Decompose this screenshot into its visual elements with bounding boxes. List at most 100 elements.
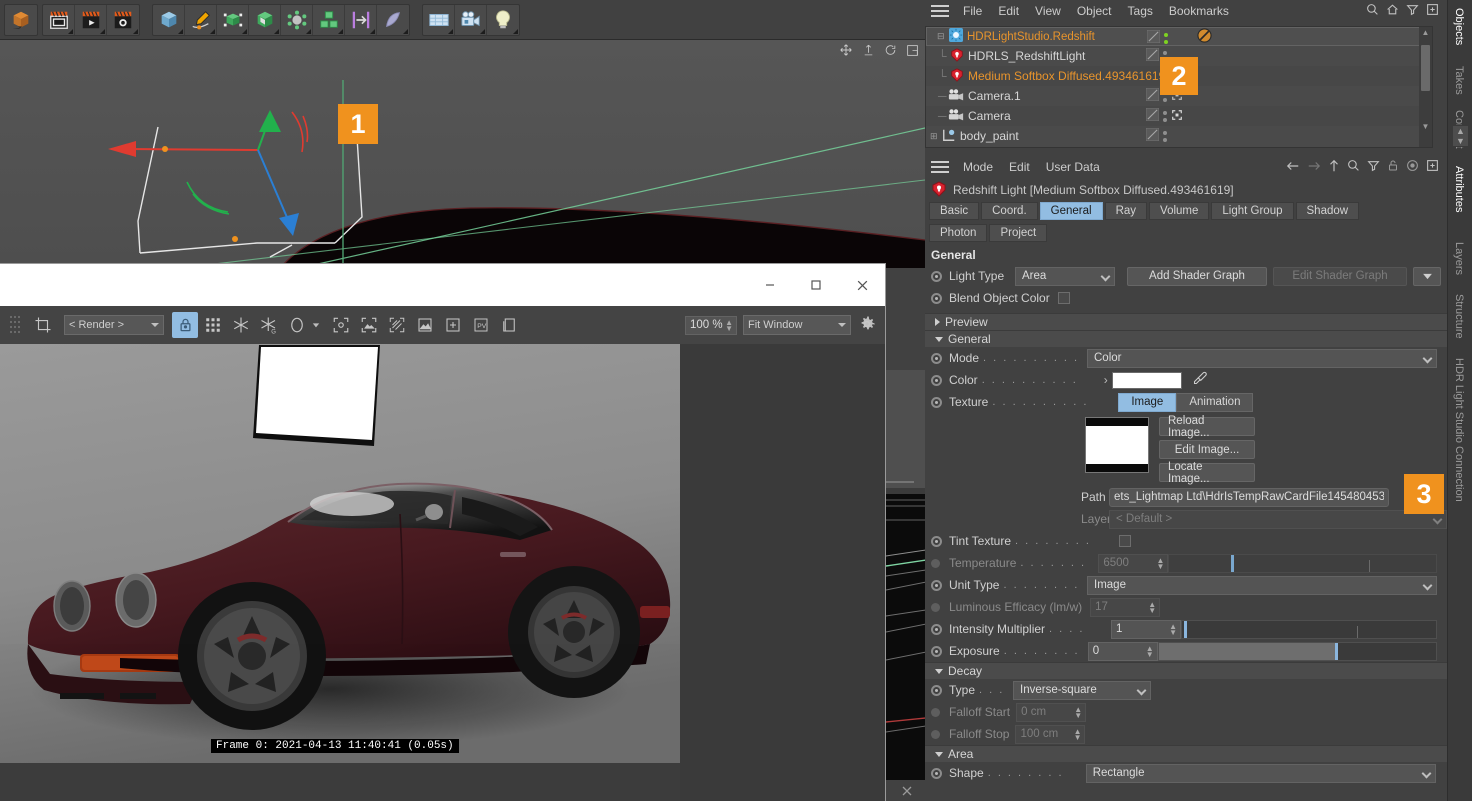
lock-icon[interactable] <box>172 312 198 338</box>
tab-coord[interactable]: Coord. <box>981 202 1038 220</box>
snowflake-icon[interactable] <box>228 312 254 338</box>
edit-tag-icon[interactable] <box>1145 87 1160 104</box>
tab-photon[interactable]: Photon <box>929 224 988 242</box>
intensity-multiplier-radio[interactable] <box>931 623 942 635</box>
render-image[interactable]: Frame 0: 2021-04-13 11:40:41 (0.05s) <box>0 344 680 763</box>
array-cubes-icon[interactable] <box>313 4 345 35</box>
image-icon[interactable] <box>412 312 438 338</box>
picture-viewer-window[interactable]: < Render > G PV 100 % ▲ ▼ Fit Window Fra… <box>0 264 885 801</box>
attribute-menu-icon[interactable] <box>929 159 951 175</box>
light-type-radio[interactable] <box>931 270 942 282</box>
tab-general[interactable]: General <box>1039 202 1103 220</box>
color-radio[interactable] <box>931 374 942 386</box>
render-view-icon[interactable] <box>43 4 75 35</box>
object-menu-bookmarks[interactable]: Bookmarks <box>1161 2 1237 20</box>
blend-object-color-radio[interactable] <box>931 292 942 304</box>
decay-group-header[interactable]: Decay <box>925 662 1447 679</box>
add-shader-graph-button[interactable]: Add Shader Graph <box>1127 266 1267 286</box>
render-preset-select[interactable]: < Render > <box>64 315 164 335</box>
object-row[interactable]: ─ Camera <box>926 106 1432 126</box>
snowflake-g-icon[interactable]: G <box>256 312 282 338</box>
object-menu-object[interactable]: Object <box>1069 2 1120 20</box>
back-arrow-icon[interactable] <box>1286 160 1300 175</box>
plus-icon[interactable] <box>1426 3 1439 19</box>
tab-volume[interactable]: Volume <box>1149 202 1210 220</box>
blend-object-color-checkbox[interactable] <box>1057 292 1070 304</box>
intensity-multiplier-input[interactable]: 1 ▲ ▼ <box>1111 619 1182 639</box>
expand-color-icon[interactable]: › <box>1104 373 1108 387</box>
close-button[interactable] <box>839 264 885 306</box>
visibility-dots[interactable] <box>1164 32 1168 44</box>
grid-icon[interactable] <box>200 312 226 338</box>
area-group-header[interactable]: Area <box>925 745 1447 762</box>
object-manager-scrollbar[interactable]: ▲ ▼ <box>1419 27 1432 147</box>
maximize-view-icon[interactable] <box>906 44 919 60</box>
vtab-hdr-light-studio-connection[interactable]: HDR Light Studio Connection <box>1448 352 1470 508</box>
object-row-toggles[interactable] <box>1145 126 1186 146</box>
up-arrow-icon[interactable] <box>1328 159 1340 176</box>
scene-bracket-icon[interactable] <box>345 4 377 35</box>
shape-select[interactable]: Rectangle <box>1085 763 1436 783</box>
picture-region-icon[interactable] <box>356 312 382 338</box>
ellipse-icon[interactable] <box>284 312 310 338</box>
attr-menu-mode[interactable]: Mode <box>955 158 1001 176</box>
copy-icon[interactable] <box>496 312 522 338</box>
light-bulb-icon[interactable] <box>487 5 519 35</box>
attr-menu-user-data[interactable]: User Data <box>1038 158 1108 176</box>
texture-tab-animation[interactable]: Animation <box>1176 392 1254 412</box>
filter-icon[interactable] <box>1406 3 1419 19</box>
texture-thumbnail[interactable] <box>1085 417 1149 473</box>
zoom-level-input[interactable]: 100 % ▲ ▼ <box>685 315 737 335</box>
forward-arrow-icon[interactable] <box>1307 160 1321 175</box>
object-menu-tags[interactable]: Tags <box>1120 2 1161 20</box>
render-play-icon[interactable] <box>75 4 107 35</box>
home-icon[interactable] <box>1386 3 1399 19</box>
diagonal-pattern-icon[interactable] <box>384 312 410 338</box>
intensity-multiplier-slider[interactable] <box>1181 619 1437 639</box>
tint-texture-radio[interactable] <box>931 535 942 547</box>
picture-viewer-titlebar[interactable] <box>0 264 885 306</box>
drag-grip[interactable] <box>8 313 22 338</box>
texture-tab-image[interactable]: Image <box>1118 392 1177 412</box>
unit-type-radio[interactable] <box>931 579 942 591</box>
focus-icon[interactable] <box>328 312 354 338</box>
move-view-icon[interactable] <box>839 43 853 60</box>
ellipse-dropdown-carat[interactable] <box>312 318 320 332</box>
3d-viewport[interactable] <box>0 40 925 268</box>
box-orange-icon[interactable] <box>5 5 37 35</box>
render-settings-icon[interactable] <box>107 5 139 35</box>
lock-icon[interactable] <box>1387 159 1399 175</box>
maximize-button[interactable] <box>793 264 839 306</box>
vtab-structure[interactable]: Structure <box>1448 288 1470 345</box>
object-menu-edit[interactable]: Edit <box>990 2 1027 20</box>
mode-select[interactable]: Color <box>1087 348 1437 368</box>
scroll-up-icon[interactable]: ▲ <box>1419 28 1432 37</box>
fit-mode-select[interactable]: Fit Window <box>743 315 851 335</box>
expand-toggle-icon[interactable]: ⊞ <box>930 131 938 142</box>
spinner-icon[interactable]: ▲ ▼ <box>1169 622 1177 636</box>
preview-group-header[interactable]: Preview <box>925 313 1447 330</box>
attr-menu-edit[interactable]: Edit <box>1001 158 1038 176</box>
path-input[interactable]: ets_Lightmap Ltd\HdrIsTempRawCardFile145… <box>1109 487 1389 507</box>
camera-tag-icon[interactable] <box>1171 109 1183 124</box>
modeling-tool-icon[interactable] <box>377 5 409 35</box>
tab-project[interactable]: Project <box>989 224 1048 242</box>
vtab-takes[interactable]: Takes <box>1448 60 1470 101</box>
scale-view-icon[interactable] <box>862 43 875 60</box>
plus-icon[interactable] <box>1426 159 1439 175</box>
search-icon[interactable] <box>1347 159 1360 175</box>
edit-image-button[interactable]: Edit Image... <box>1159 440 1255 459</box>
prohibit-icon[interactable] <box>1197 27 1212 46</box>
vtab-objects[interactable]: Objects <box>1448 2 1470 51</box>
eyedropper-icon[interactable] <box>1192 371 1207 389</box>
spinner-icon[interactable]: ▲ ▼ <box>725 318 733 332</box>
record-icon[interactable] <box>1406 159 1419 175</box>
decay-type-select[interactable]: Inverse-square <box>1013 680 1152 700</box>
edit-tag-icon[interactable] <box>1145 107 1160 124</box>
visibility-dots[interactable] <box>1163 110 1167 122</box>
object-menu-file[interactable]: File <box>955 2 990 20</box>
exposure-slider[interactable] <box>1157 641 1437 661</box>
shader-graph-dropdown-button[interactable] <box>1413 266 1441 286</box>
light-type-select[interactable]: Area <box>1015 266 1115 286</box>
crop-region-icon[interactable] <box>30 312 56 338</box>
